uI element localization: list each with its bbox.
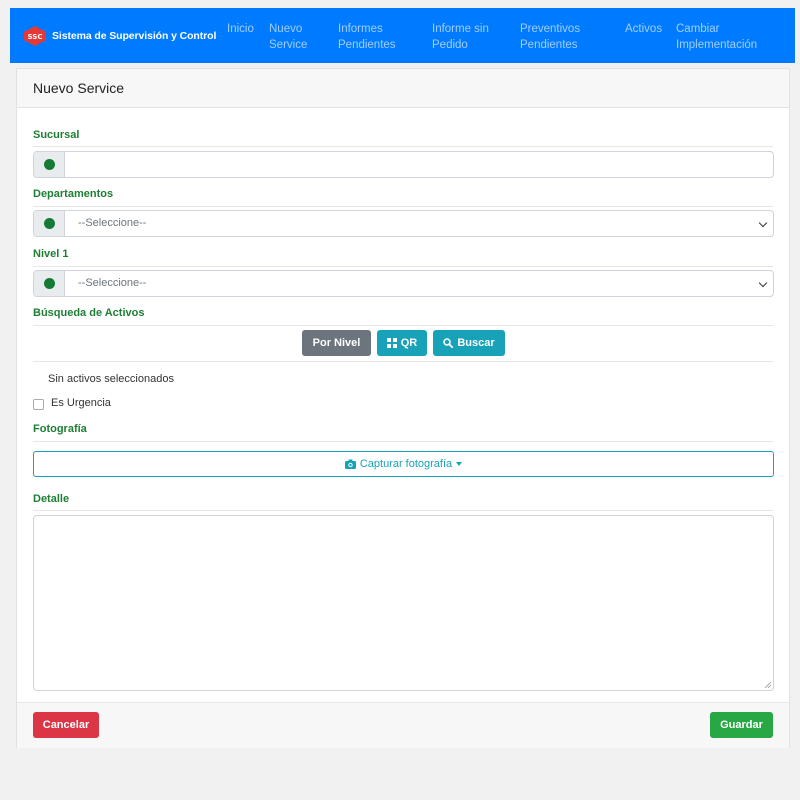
ssc-logo-icon: SSC <box>24 26 46 46</box>
nuevo-service-card: Nuevo Service Sucursal Departamentos --S… <box>16 68 790 748</box>
busqueda-divider <box>33 325 773 326</box>
sucursal-divider <box>33 146 773 147</box>
busqueda-activos-label: Búsqueda de Activos <box>33 307 145 319</box>
green-dot-icon <box>44 159 55 170</box>
capturar-fotografia-button[interactable]: Capturar fotografía <box>33 451 774 477</box>
departamentos-selected-value: --Seleccione-- <box>78 217 147 229</box>
brand[interactable]: SSC Sistema de Supervisión y Control <box>24 25 216 47</box>
camera-icon <box>344 459 356 469</box>
nav-cambiar-implementacion-line2: Implementación <box>676 39 758 51</box>
nav-informe-sin-pedido-line1: Informe sin <box>432 23 489 35</box>
nivel1-label: Nivel 1 <box>33 248 69 260</box>
chevron-down-icon <box>758 218 768 228</box>
nivel1-addon <box>34 271 65 296</box>
capturar-fotografia-label: Capturar fotografía <box>359 458 453 470</box>
nav-nuevo-service-line2: Service <box>269 39 308 51</box>
card-footer: Cancelar Guardar <box>17 702 789 748</box>
brand-title: Sistema de Supervisión y Control <box>52 30 217 42</box>
page-title: Nuevo Service <box>33 80 125 96</box>
nav-preventivos-pendientes-line1: Preventivos <box>520 23 581 35</box>
nav-nuevo-service-line1: Nuevo <box>269 23 303 35</box>
nav-informes-pendientes[interactable]: Informes Pendientes <box>338 21 396 53</box>
nav-preventivos-pendientes-line2: Pendientes <box>520 39 578 51</box>
nav-activos[interactable]: Activos <box>625 21 662 37</box>
detalle-textarea[interactable] <box>33 515 774 691</box>
nav-cambiar-implementacion[interactable]: Cambiar Implementación <box>676 21 757 53</box>
nav-activos-label: Activos <box>625 23 663 35</box>
nav-informes-pendientes-line1: Informes <box>338 23 383 35</box>
resize-handle-icon[interactable] <box>765 682 771 688</box>
fotografia-label: Fotografía <box>33 423 87 435</box>
nivel1-select[interactable]: --Seleccione-- <box>33 270 774 297</box>
buscar-label: Buscar <box>457 337 495 349</box>
nav-informe-sin-pedido[interactable]: Informe sin Pedido <box>432 21 489 53</box>
nav-nuevo-service[interactable]: Nuevo Service <box>269 21 307 53</box>
busqueda-bottom-divider <box>33 361 773 362</box>
nav-inicio-label: Inicio <box>227 23 254 35</box>
cancelar-button[interactable]: Cancelar <box>33 712 99 738</box>
fotografia-divider <box>33 441 773 442</box>
detalle-label: Detalle <box>33 493 70 505</box>
qr-grid-icon <box>386 338 397 348</box>
ssc-logo-text: SSC <box>28 33 43 41</box>
nivel1-selected-value: --Seleccione-- <box>78 277 147 289</box>
por-nivel-button[interactable]: Por Nivel <box>302 330 371 356</box>
green-dot-icon <box>44 218 55 229</box>
guardar-button[interactable]: Guardar <box>710 712 773 738</box>
nav-cambiar-implementacion-line1: Cambiar <box>676 23 720 35</box>
sucursal-addon <box>34 152 65 177</box>
top-navbar: SSC Sistema de Supervisión y Control Ini… <box>10 8 795 63</box>
card-header: Nuevo Service <box>17 69 789 108</box>
es-urgencia-label[interactable]: Es Urgencia <box>51 397 111 409</box>
sin-activos-text: Sin activos seleccionados <box>48 373 174 385</box>
nav-inicio[interactable]: Inicio <box>227 21 254 37</box>
detalle-divider <box>33 510 773 511</box>
departamentos-select[interactable]: --Seleccione-- <box>33 210 774 237</box>
nav-preventivos-pendientes[interactable]: Preventivos Pendientes <box>520 21 580 53</box>
cancelar-label: Cancelar <box>42 719 90 731</box>
departamentos-divider <box>33 206 773 207</box>
chevron-down-icon <box>758 278 768 288</box>
por-nivel-label: Por Nivel <box>312 337 361 349</box>
departamentos-label: Departamentos <box>33 188 114 200</box>
nivel1-divider <box>33 266 773 267</box>
qr-label: QR <box>400 337 418 349</box>
departamentos-addon <box>34 211 65 236</box>
caret-down-icon <box>456 462 463 466</box>
nav-informes-pendientes-line2: Pendientes <box>338 39 396 51</box>
buscar-button[interactable]: Buscar <box>433 330 505 356</box>
sucursal-label: Sucursal <box>33 129 80 141</box>
search-icon <box>443 338 454 348</box>
sucursal-input-group <box>33 151 774 178</box>
es-urgencia-checkbox[interactable] <box>33 399 44 410</box>
qr-button[interactable]: QR <box>377 330 427 356</box>
nav-informe-sin-pedido-line2: Pedido <box>432 39 468 51</box>
guardar-label: Guardar <box>720 719 763 731</box>
green-dot-icon <box>44 278 55 289</box>
